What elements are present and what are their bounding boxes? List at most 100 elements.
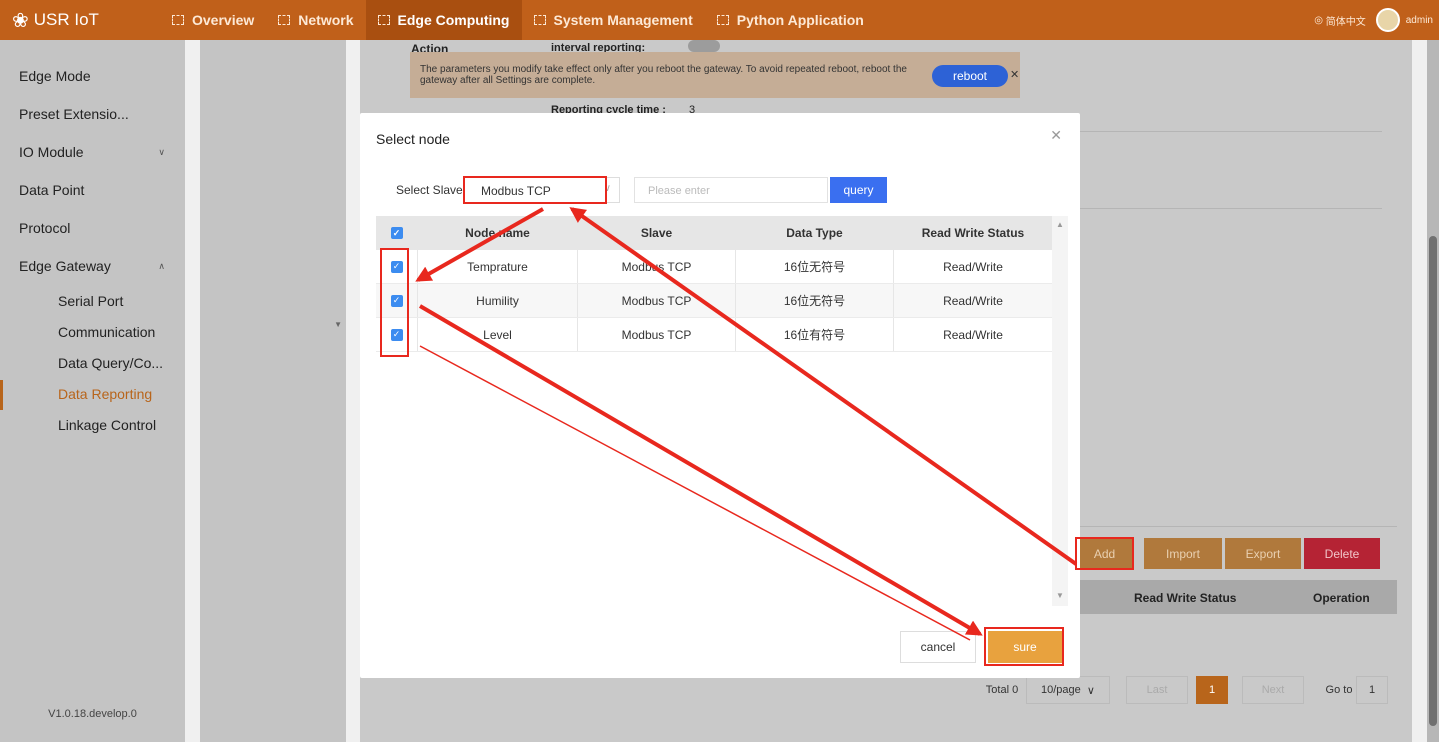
pager-next[interactable]: Next [1242,676,1304,704]
row-check-cell: ✓ [376,318,418,351]
sidebar-item-protocol[interactable]: Protocol [0,209,185,247]
goto-page-input[interactable]: 1 [1356,676,1388,704]
caret-down-icon[interactable]: ▼ [334,320,342,329]
select-all-checkbox[interactable]: ✓ [390,227,403,239]
nav-network[interactable]: Network [266,0,365,40]
node-table: ✓ Node name Slave Data Type Read Write S… [376,216,1052,352]
divider [1080,526,1397,527]
sidebar-item-communication[interactable]: Communication [0,316,185,347]
reboot-button[interactable]: reboot [932,65,1008,87]
nav-overview[interactable]: Overview [160,0,266,40]
status-cell: Read/Write [943,259,1003,274]
dialog-title: Select node [376,131,450,147]
nav-label: Overview [192,12,255,28]
avatar[interactable] [1375,8,1400,32]
import-button[interactable]: Import [1144,538,1222,569]
logo-text: USR IoT [33,10,99,29]
scroll-down-icon[interactable]: ▼ [1056,591,1064,600]
delete-button[interactable]: Delete [1304,538,1380,569]
export-button[interactable]: Export [1225,538,1301,569]
table-header-row: ✓ Node name Slave Data Type Read Write S… [376,216,1052,250]
table-row[interactable]: ✓ Temprature Modbus TCP 16位无符号 Read/Writ… [376,250,1052,284]
row-checkbox[interactable]: ✓ [390,294,403,307]
node-name-cell: Temprature [418,250,578,283]
sure-button[interactable]: sure [988,631,1062,663]
search-input[interactable]: Please enter [634,177,828,203]
network-icon [278,15,291,25]
pager-last[interactable]: Last [1126,676,1188,704]
user-area: ◎ 简体中文 admin [1314,0,1433,40]
node-name-cell: Humility [418,284,578,317]
sidebar-item-preset-extension[interactable]: Preset Extensio... [0,95,185,133]
sidebar-item-label: Protocol [19,220,71,236]
sidebar-item-edge-gateway[interactable]: Edge Gateway ∧ [0,247,185,285]
divider [1080,131,1382,132]
interval-reporting-toggle[interactable] [688,40,720,52]
chevron-down-icon: ∨ [1086,684,1095,697]
version-label: V1.0.18.develop.0 [48,708,137,720]
logo[interactable]: ❀ USR IoT [0,8,160,33]
table-scrollbar[interactable]: ▲ ▼ [1052,216,1068,606]
close-icon[interactable]: ✕ [1050,127,1062,144]
nav-label: Python Application [736,12,864,28]
sidebar-item-label: Data Point [19,182,85,198]
node-name-cell: Level [418,318,578,351]
row-checkbox[interactable]: ✓ [390,260,403,273]
page-scrollbar[interactable] [1427,40,1439,742]
close-icon[interactable]: ✕ [1010,68,1019,81]
reboot-notice-text: The parameters you modify take effect on… [420,64,907,86]
slave-cell: Modbus TCP [578,250,736,283]
query-button[interactable]: query [830,177,887,203]
select-all-cell: ✓ [376,216,418,250]
language-switch[interactable]: 简体中文 [1326,13,1366,28]
sidebar-item-edge-mode[interactable]: Edge Mode [0,57,185,95]
sidebar-item-label: Edge Mode [19,68,91,84]
data-type-cell: 16位无符号 [736,250,894,283]
scrollbar-thumb[interactable] [1429,236,1437,726]
status-cell: Read/Write [943,293,1003,308]
nav-label: Network [298,12,354,28]
slave-select-value: Modbus TCP [481,184,551,198]
slave-cell: Modbus TCP [578,284,736,317]
nav-python-application[interactable]: Python Application [705,0,876,40]
row-check-cell: ✓ [376,250,418,283]
sidebar-item-data-reporting[interactable]: Data Reporting [0,378,185,409]
sidebar-item-label: Preset Extensio... [19,106,129,122]
table-row[interactable]: ✓ Level Modbus TCP 16位有符号 Read/Write [376,318,1052,352]
sidebar-item-serial-port[interactable]: Serial Port [0,285,185,316]
username[interactable]: admin [1406,15,1433,26]
main-nav: Overview Network Edge Computing System M… [160,0,876,40]
scroll-up-icon[interactable]: ▲ [1056,220,1064,229]
data-type-cell: 16位无符号 [736,284,894,317]
select-slave-label: Select Slave: [396,183,467,197]
sidebar-item-data-point[interactable]: Data Point [0,171,185,209]
table-row[interactable]: ✓ Humility Modbus TCP 16位无符号 Read/Write [376,284,1052,318]
sidebar-item-label: Edge Gateway [19,258,111,274]
sidebar-item-label: Linkage Control [58,416,157,433]
page-size-select[interactable]: 10/page ∨ [1026,676,1110,704]
sidebar-item-io-module[interactable]: IO Module ∨ [0,133,185,171]
pager-current-page[interactable]: 1 [1196,676,1228,704]
column-header-status[interactable]: Read Write Status [894,216,1052,250]
chevron-down-icon: ∨ [603,183,611,194]
add-button[interactable]: Add [1077,538,1132,569]
column-header-node-name[interactable]: Node name [418,216,578,250]
column-header-data-type[interactable]: Data Type [736,216,894,250]
chevron-up-icon: ∧ [158,260,165,271]
row-check-cell: ✓ [376,284,418,317]
sidebar-item-label: Serial Port [58,292,124,309]
sidebar-item-linkage-control[interactable]: Linkage Control [0,409,185,440]
system-management-icon [533,15,546,25]
nav-edge-computing[interactable]: Edge Computing [365,0,522,40]
sidebar-item-data-query[interactable]: Data Query/Co... [0,347,185,378]
goto-label: Go to [1325,684,1353,696]
cancel-button[interactable]: cancel [900,631,976,663]
row-checkbox[interactable]: ✓ [390,328,403,341]
nav-label: Edge Computing [397,12,510,28]
top-navigation-bar: ❀ USR IoT Overview Network Edge Computin… [0,0,1439,40]
slave-select[interactable]: Modbus TCP ∨ [464,177,620,203]
column-header-slave[interactable]: Slave [578,216,736,250]
nav-system-management[interactable]: System Management [522,0,705,40]
sidebar-item-label: Data Reporting [58,385,153,402]
background-table-header: Read Write Status Operation [1080,580,1397,614]
